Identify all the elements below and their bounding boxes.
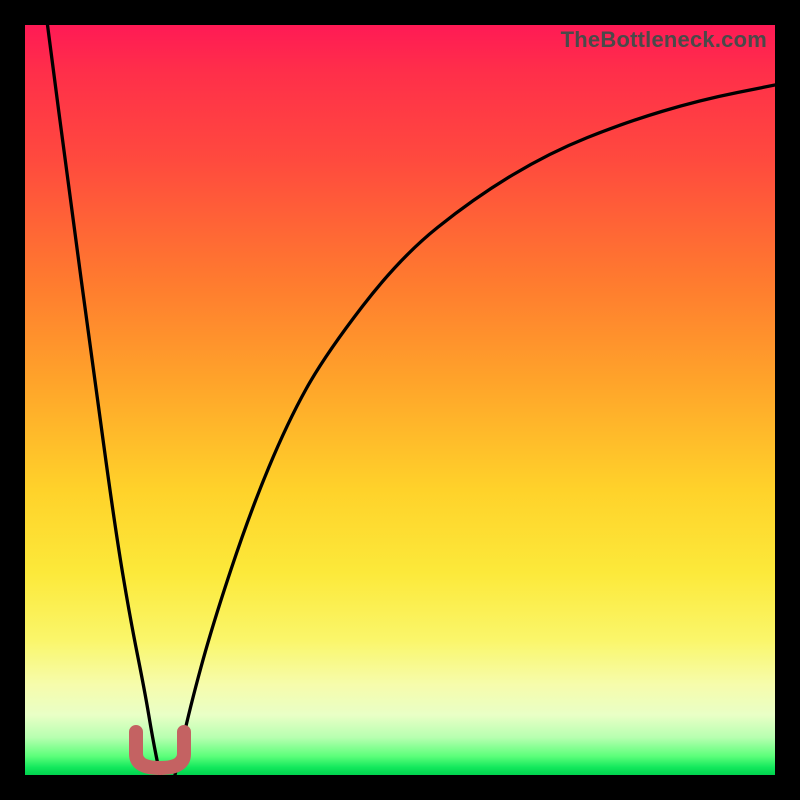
right-branch-curve [175, 85, 775, 775]
valley-u-marker [136, 732, 184, 768]
curve-layer [25, 25, 775, 775]
attribution-text: TheBottleneck.com [561, 27, 767, 53]
chart-frame: TheBottleneck.com [0, 0, 800, 800]
plot-area: TheBottleneck.com [25, 25, 775, 775]
left-branch-curve [48, 25, 161, 775]
